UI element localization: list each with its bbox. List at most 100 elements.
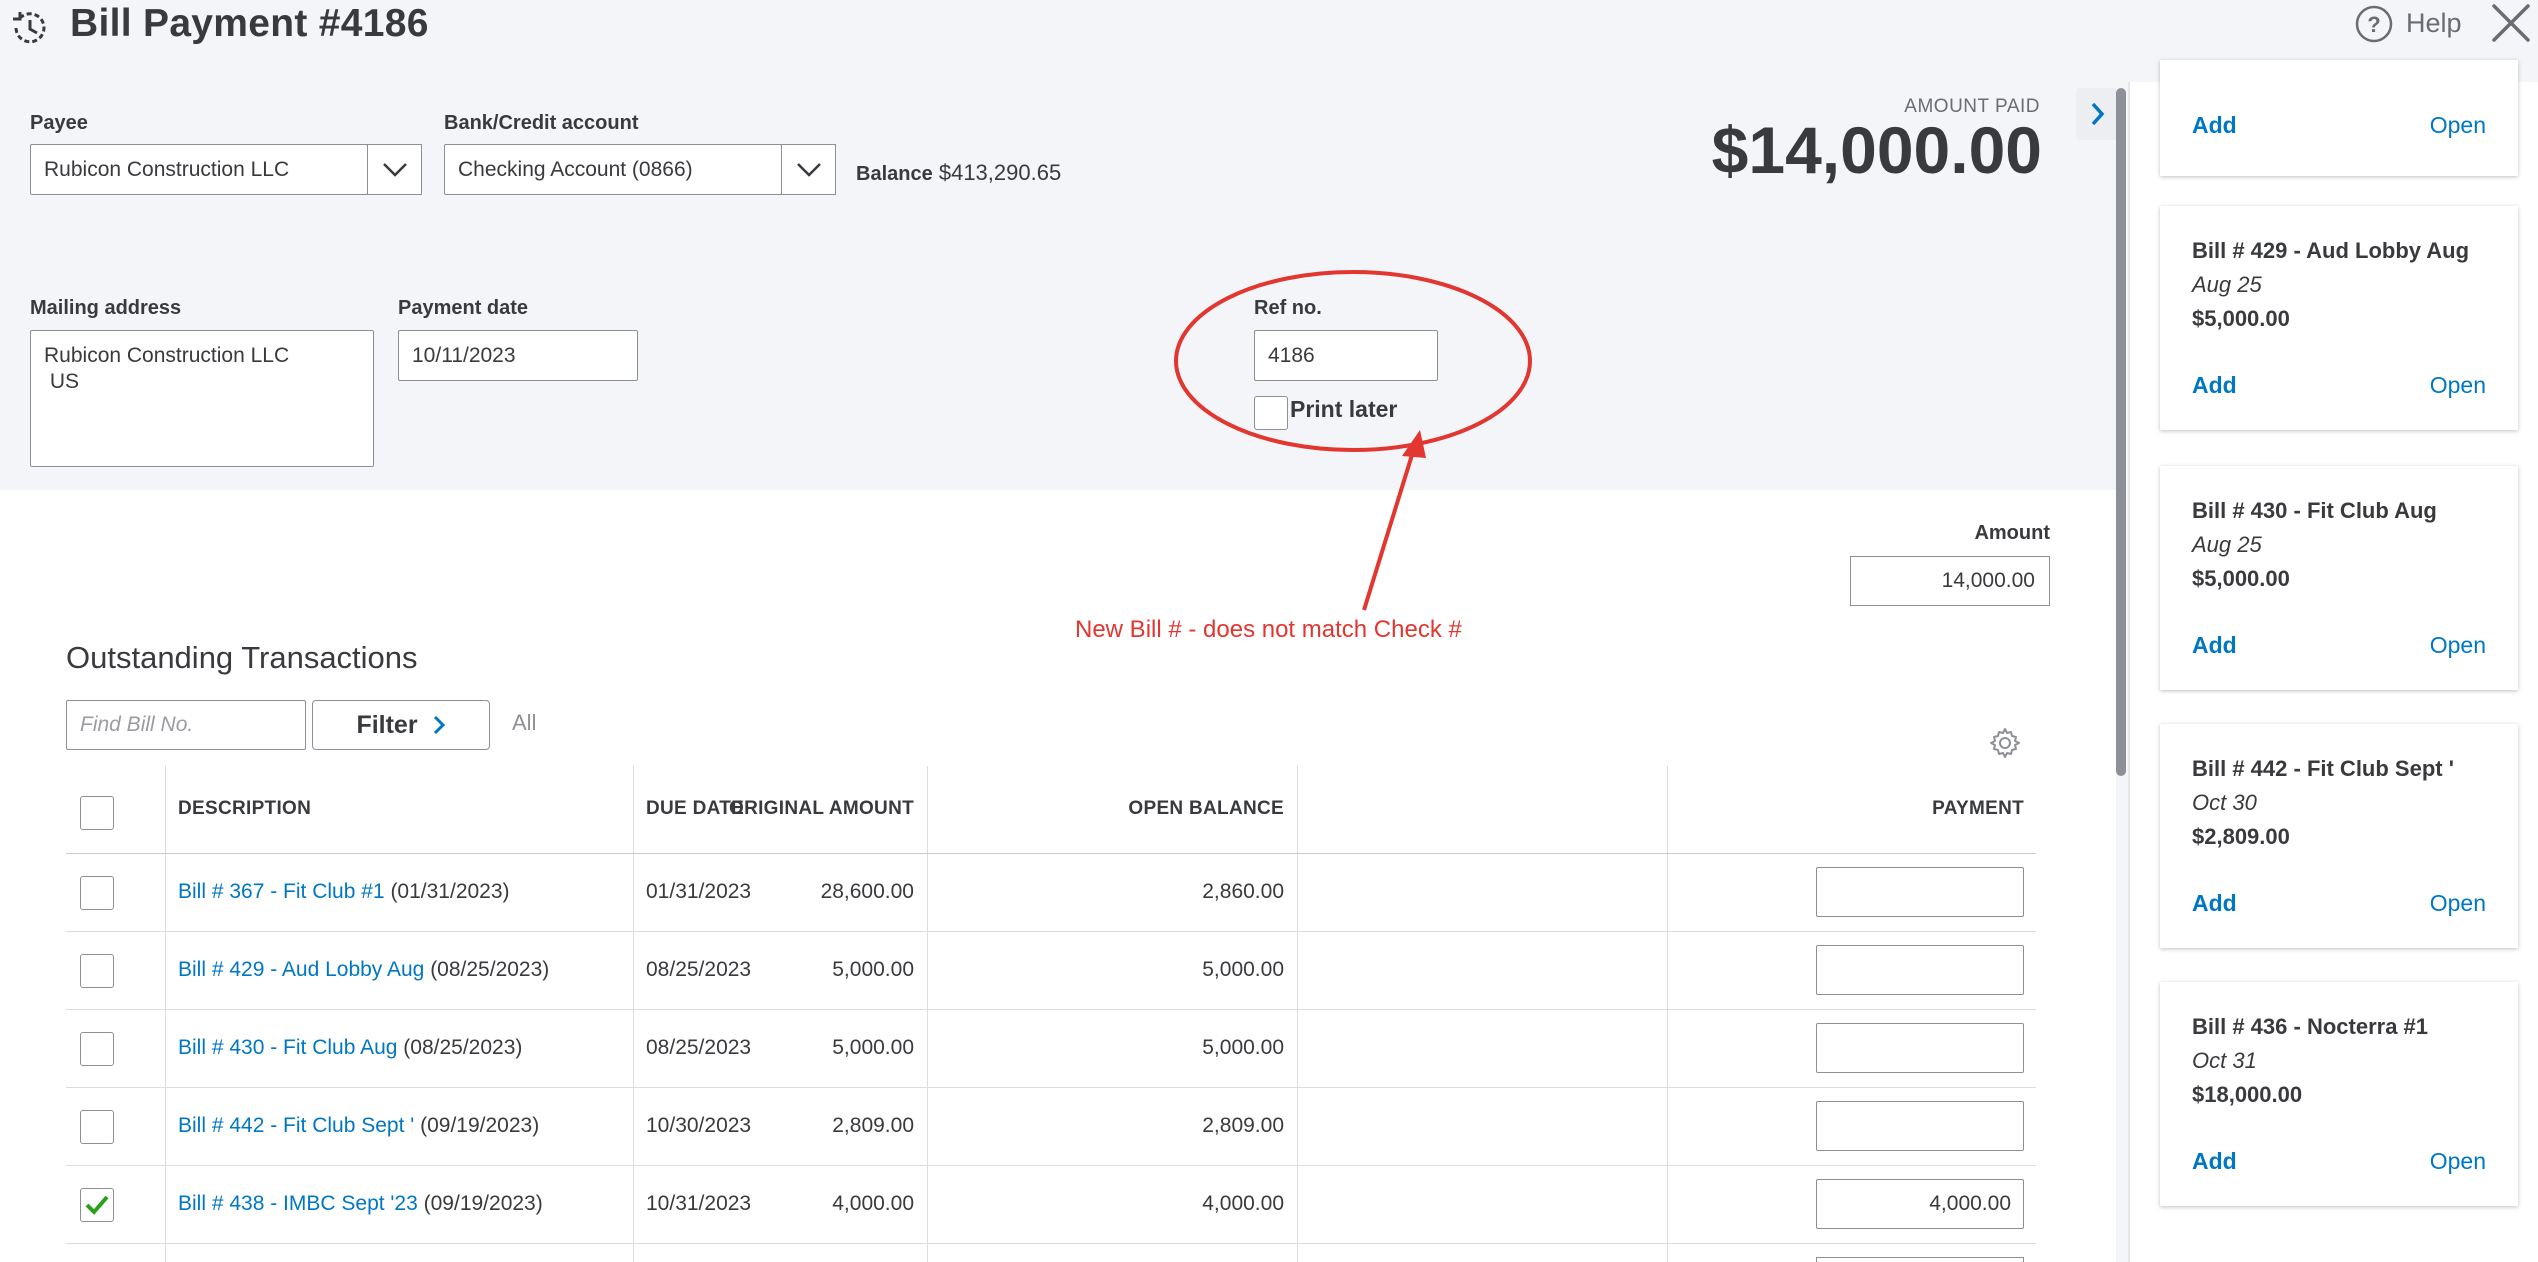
card-add-link[interactable]: Add	[2192, 632, 2237, 659]
chevron-down-icon	[796, 162, 821, 177]
card-add-link[interactable]: Add	[2192, 372, 2237, 399]
chevron-down-icon	[382, 162, 407, 177]
payment-date-label: Payment date	[398, 297, 529, 319]
description-cell: Bill # 442 - Fit Club Sept ' (09/19/2023…	[178, 1114, 539, 1138]
bank-account-input[interactable]: Checking Account (0866)	[444, 144, 782, 195]
payment-input[interactable]: 4,000.00	[1816, 1179, 2024, 1229]
payment-input[interactable]	[1816, 1023, 2024, 1073]
payment-input[interactable]	[1816, 945, 2024, 995]
account-balance: Balance $413,290.65	[856, 160, 1061, 186]
amount-input[interactable]: 14,000.00	[1850, 556, 2050, 606]
help-link[interactable]: Help	[2406, 8, 2462, 39]
bill-link[interactable]: Bill # 438 - IMBC Sept '23	[178, 1192, 418, 1215]
payee-label: Payee	[30, 112, 88, 134]
card-open-link[interactable]: Open	[2430, 632, 2486, 659]
due-date-cell: 10/30/2023	[646, 1114, 752, 1137]
mailing-address-line: Rubicon Construction LLC	[44, 344, 290, 367]
checkmark-icon	[85, 1195, 109, 1215]
card-add-link[interactable]: Add	[2192, 1148, 2237, 1175]
card-open-link[interactable]: Open	[2430, 372, 2486, 399]
bill-date: (09/19/2023)	[414, 1114, 540, 1137]
filter-all-label: All	[512, 710, 537, 735]
due-date-cell: 08/25/2023	[646, 1036, 752, 1059]
row-checkbox[interactable]	[80, 954, 114, 988]
find-bill-input[interactable]: Find Bill No.	[66, 700, 306, 750]
balance-value: $413,290.65	[938, 160, 1062, 185]
mailing-address-line: US	[44, 370, 80, 393]
chevron-right-icon	[2091, 102, 2105, 126]
gear-icon[interactable]	[1988, 726, 2022, 760]
original-amount-cell: 4,000.00	[832, 1192, 914, 1215]
filter-button[interactable]: Filter	[312, 700, 490, 750]
table-row: Bill # 430 - Fit Club Aug (08/25/2023) 0…	[66, 1010, 2036, 1088]
card-title: Bill # 430 - Fit Club Aug	[2192, 498, 2437, 523]
bill-date: (09/19/2023)	[417, 1192, 543, 1215]
description-cell: Bill # 429 - Aud Lobby Aug (08/25/2023)	[178, 958, 549, 982]
bank-account-label: Bank/Credit account	[444, 112, 639, 134]
row-checkbox[interactable]	[80, 1110, 114, 1144]
mailing-address-field[interactable]: Rubicon Construction LLC US	[30, 330, 374, 467]
card-open-link[interactable]: Open	[2430, 1148, 2486, 1175]
help-icon[interactable]: ?	[2354, 4, 2394, 44]
column-header-description[interactable]: DESCRIPTION	[178, 798, 311, 820]
bill-date: (08/25/2023)	[397, 1036, 523, 1059]
card-date: Aug 25	[2192, 272, 2262, 297]
payment-input[interactable]	[1816, 1101, 2024, 1151]
card-date: Aug 25	[2192, 532, 2262, 557]
svg-text:?: ?	[2367, 12, 2380, 37]
card-amount: $2,809.00	[2192, 824, 2290, 849]
table-row: Bill # 442 - Fit Club Sept ' (09/19/2023…	[66, 1088, 2036, 1166]
card-amount: $5,000.00	[2192, 306, 2290, 331]
side-panel-divider	[2128, 82, 2130, 1262]
side-panel-toggle[interactable]	[2076, 88, 2120, 140]
payee-input[interactable]: Rubicon Construction LLC	[30, 144, 368, 195]
description-cell: Bill # 367 - Fit Club #1 (01/31/2023)	[178, 880, 510, 904]
card-open-link[interactable]: Open	[2430, 112, 2486, 139]
table-row: Bill # 438 - IMBC Sept '23 (09/19/2023) …	[66, 1166, 2036, 1244]
original-amount-cell: 2,809.00	[832, 1114, 914, 1137]
recent-transactions-icon[interactable]	[8, 6, 52, 50]
table-row: Bill # 429 - Aud Lobby Aug (08/25/2023) …	[66, 932, 2036, 1010]
card-title: Bill # 429 - Aud Lobby Aug	[2192, 238, 2470, 263]
due-date-cell: 10/31/2023	[646, 1192, 752, 1215]
bill-card: Add Open	[2160, 60, 2518, 176]
bill-date: (01/31/2023)	[384, 880, 510, 903]
due-date-cell: 01/31/2023	[646, 880, 752, 903]
card-open-link[interactable]: Open	[2430, 890, 2486, 917]
column-header-payment[interactable]: PAYMENT	[1932, 798, 2024, 820]
original-amount-cell: 28,600.00	[820, 880, 914, 903]
card-add-link[interactable]: Add	[2192, 112, 2237, 139]
row-checkbox[interactable]	[80, 1032, 114, 1066]
payment-date-input[interactable]: 10/11/2023	[398, 330, 638, 381]
row-checkbox[interactable]	[80, 1188, 114, 1222]
description-cell: Bill # 438 - IMBC Sept '23 (09/19/2023)	[178, 1192, 543, 1216]
open-balance-cell: 2,860.00	[1202, 880, 1284, 903]
table-row: Bill # 367 - Fit Club #1 (01/31/2023) 01…	[66, 854, 2036, 932]
card-title: Bill # 442 - Fit Club Sept '	[2192, 756, 2454, 781]
close-icon[interactable]	[2488, 0, 2534, 46]
bill-date: (08/25/2023)	[424, 958, 550, 981]
payment-input[interactable]	[1816, 1257, 2024, 1262]
bank-account-dropdown-button[interactable]	[781, 144, 836, 195]
due-date-cell: 08/25/2023	[646, 958, 752, 981]
column-header-original-amount[interactable]: ORIGINAL AMOUNT	[729, 798, 914, 820]
payee-dropdown-button[interactable]	[367, 144, 422, 195]
row-checkbox[interactable]	[80, 876, 114, 910]
bill-link[interactable]: Bill # 442 - Fit Club Sept '	[178, 1114, 414, 1137]
card-add-link[interactable]: Add	[2192, 890, 2237, 917]
card-amount: $18,000.00	[2192, 1082, 2303, 1107]
card-date: Oct 31	[2192, 1048, 2257, 1073]
column-header-open-balance[interactable]: OPEN BALANCE	[1128, 798, 1284, 820]
outstanding-transactions-title: Outstanding Transactions	[66, 640, 418, 675]
bill-link[interactable]: Bill # 429 - Aud Lobby Aug	[178, 958, 424, 981]
select-all-checkbox[interactable]	[80, 796, 114, 830]
description-cell: Bill # 430 - Fit Club Aug (08/25/2023)	[178, 1036, 522, 1060]
open-balance-cell: 5,000.00	[1202, 1036, 1284, 1059]
original-amount-cell: 5,000.00	[832, 958, 914, 981]
amount-label: Amount	[1974, 522, 2050, 544]
scrollbar-thumb[interactable]	[2116, 88, 2126, 776]
bill-link[interactable]: Bill # 367 - Fit Club #1	[178, 880, 385, 903]
payment-input[interactable]	[1816, 867, 2024, 917]
open-balance-cell: 5,000.00	[1202, 958, 1284, 981]
bill-link[interactable]: Bill # 430 - Fit Club Aug	[178, 1036, 397, 1059]
